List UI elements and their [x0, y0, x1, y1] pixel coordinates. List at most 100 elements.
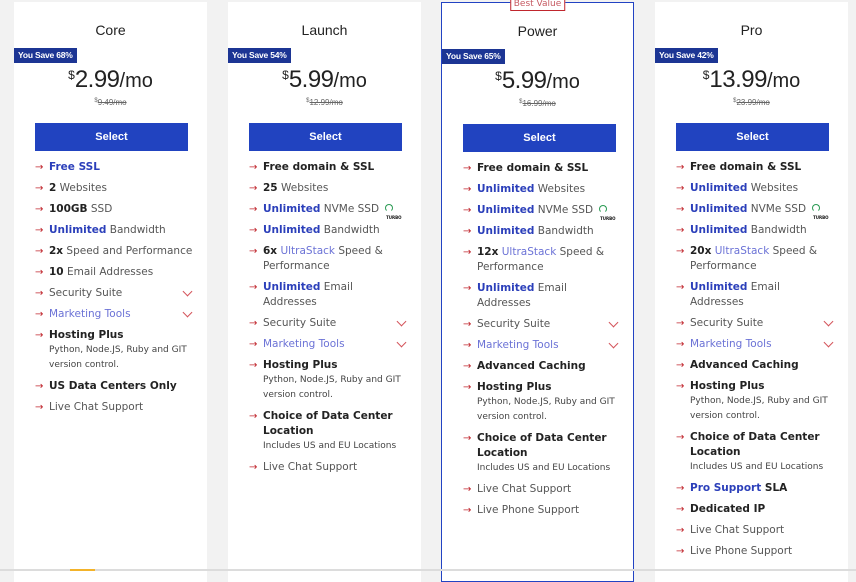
feature-text: Marketing Tools — [49, 308, 131, 320]
feature-text: Security Suite — [690, 317, 764, 329]
arrow-right-icon: → — [676, 504, 685, 515]
feature-text: Security Suite — [263, 317, 337, 329]
feature-text: Bandwidth — [747, 224, 807, 236]
feature-subtext: Python, Node.JS, Ruby and GIT version co… — [477, 397, 615, 422]
feature-text: 2x — [49, 245, 64, 257]
feature-text: Unlimited — [477, 183, 535, 195]
feature-text: Marketing Tools — [690, 338, 772, 350]
chevron-down-icon[interactable] — [182, 286, 193, 297]
arrow-right-icon: → — [463, 340, 472, 351]
feature-text: Choice of Data Center Location — [477, 432, 607, 459]
feature-item: → Hosting Plus Python, Node.JS, Ruby and G… — [463, 380, 621, 425]
arrow-right-icon: → — [676, 432, 685, 443]
feature-text: Unlimited — [49, 224, 107, 236]
arrow-right-icon: → — [35, 267, 44, 278]
feature-text: Bandwidth — [320, 224, 380, 236]
feature-text: Unlimited — [263, 203, 321, 215]
chevron-down-icon[interactable] — [608, 338, 619, 349]
price: $5.99/mo — [228, 66, 421, 94]
feature-text: Advanced Caching — [477, 360, 586, 372]
chevron-down-icon[interactable] — [396, 337, 407, 348]
arrow-right-icon: → — [249, 183, 258, 194]
arrow-right-icon: → — [463, 163, 472, 174]
feature-toggle[interactable]: → Security Suite — [676, 316, 836, 331]
feature-item: → Unlimited Email Addresses — [249, 280, 409, 310]
chevron-down-icon[interactable] — [608, 317, 619, 328]
select-button[interactable]: Select — [249, 123, 402, 151]
feature-text: Email Addresses — [63, 266, 154, 278]
arrow-right-icon: → — [35, 183, 44, 194]
feature-item: → 20x UltraStack Speed & Performance — [676, 244, 836, 274]
feature-toggle[interactable]: → Security Suite — [35, 286, 195, 301]
price-period: /mo — [546, 71, 580, 93]
feature-item: → Free domain & SSL — [676, 160, 836, 175]
feature-text: Marketing Tools — [263, 338, 345, 350]
plan-name: Pro — [740, 22, 763, 38]
chevron-down-icon[interactable] — [823, 337, 834, 348]
feature-text: UltraStack — [280, 245, 335, 257]
feature-toggle[interactable]: → Marketing Tools — [35, 307, 195, 322]
arrow-right-icon: → — [463, 382, 472, 393]
currency-symbol: $ — [702, 68, 710, 82]
turbo-gauge-icon: TURBO — [810, 204, 829, 220]
feature-text: 20x — [690, 245, 712, 257]
chevron-down-icon[interactable] — [182, 307, 193, 318]
feature-item: → Choice of Data Center Location Includes … — [463, 431, 621, 476]
arrow-right-icon: → — [676, 183, 685, 194]
feature-toggle[interactable]: → Marketing Tools — [463, 338, 621, 353]
arrow-right-icon: → — [463, 484, 472, 495]
arrow-right-icon: → — [35, 162, 44, 173]
feature-text: Live Chat Support — [49, 401, 144, 413]
arrow-right-icon: → — [463, 433, 472, 444]
feature-text: NVMe SSD — [534, 204, 594, 216]
feature-subtext: Python, Node.JS, Ruby and GIT version co… — [49, 345, 187, 370]
feature-text: Hosting Plus — [690, 380, 765, 392]
price: $2.99/mo — [14, 66, 207, 94]
feature-text: US Data Centers Only — [49, 380, 177, 392]
save-badge: You Save 65% — [442, 49, 505, 64]
feature-item: → Live Phone Support — [463, 503, 621, 518]
arrow-right-icon: → — [676, 282, 685, 293]
select-button[interactable]: Select — [676, 123, 829, 151]
arrow-right-icon: → — [35, 381, 44, 392]
feature-item: → 2x Speed and Performance — [35, 244, 195, 259]
plan-card-pro: Pro You Save 42% $13.99/mo $23.99/mo Select →… — [655, 2, 848, 582]
arrow-right-icon: → — [676, 225, 685, 236]
feature-list: → Free domain & SSL → Unlimited Websites → Un… — [676, 160, 836, 565]
feature-text: Unlimited — [477, 225, 535, 237]
chevron-down-icon[interactable] — [823, 316, 834, 327]
plan-name: Launch — [301, 22, 348, 38]
feature-item: → Unlimited NVMe SSD TURBO — [463, 203, 621, 221]
feature-text: Choice of Data Center Location — [263, 410, 393, 437]
feature-toggle[interactable]: → Security Suite — [463, 317, 621, 332]
original-price: $12.99/mo — [228, 98, 421, 107]
feature-text: Unlimited — [477, 282, 535, 294]
feature-text: Unlimited — [263, 281, 321, 293]
feature-text: Dedicated IP — [690, 503, 766, 515]
arrow-right-icon: → — [676, 525, 685, 536]
chevron-down-icon[interactable] — [396, 316, 407, 327]
currency-symbol: $ — [68, 68, 75, 82]
feature-item: → Free SSL — [35, 160, 195, 175]
feature-text: Choice of Data Center Location — [690, 431, 820, 458]
arrow-right-icon: → — [676, 546, 685, 557]
feature-list: → Free domain & SSL → 25 Websites → Unlimited… — [249, 160, 409, 481]
select-button[interactable]: Select — [463, 124, 616, 152]
feature-text: NVMe SSD — [747, 203, 807, 215]
arrow-right-icon: → — [676, 246, 685, 257]
plan-name: Core — [95, 22, 126, 38]
arrow-right-icon: → — [249, 225, 258, 236]
feature-toggle[interactable]: → Security Suite — [249, 316, 409, 331]
feature-item: → Unlimited Bandwidth — [249, 223, 409, 238]
select-button[interactable]: Select — [35, 123, 188, 151]
feature-item: → Choice of Data Center Location Includes … — [249, 409, 409, 454]
feature-subtext: Includes US and EU Locations — [263, 441, 397, 451]
feature-text: Marketing Tools — [477, 339, 559, 351]
feature-toggle[interactable]: → Marketing Tools — [249, 337, 409, 352]
feature-subtext: Includes US and EU Locations — [690, 462, 824, 472]
feature-item: → 12x UltraStack Speed & Performance — [463, 245, 621, 275]
save-badge: You Save 68% — [14, 48, 77, 63]
feature-toggle[interactable]: → Marketing Tools — [676, 337, 836, 352]
feature-text: Security Suite — [49, 287, 123, 299]
feature-text: Bandwidth — [534, 225, 594, 237]
